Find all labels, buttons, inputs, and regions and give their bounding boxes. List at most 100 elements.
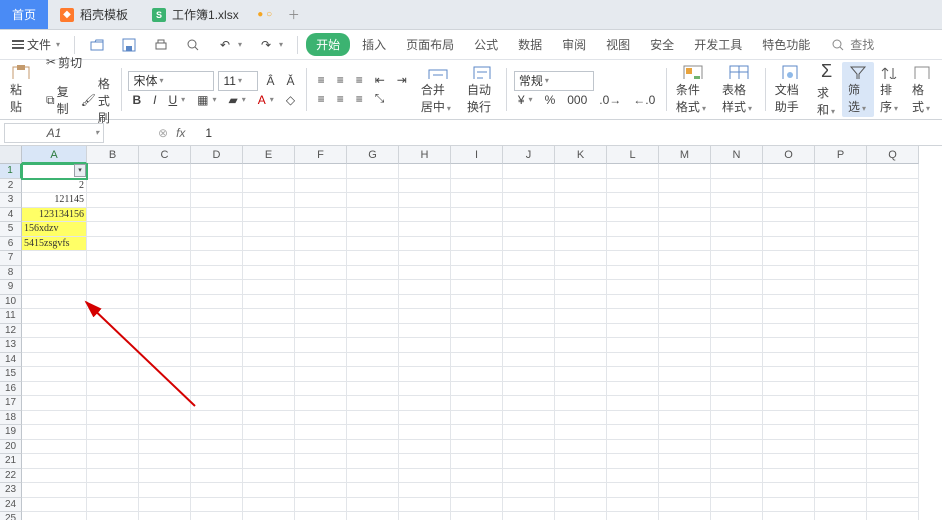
cell-A11[interactable] [22,309,87,324]
cell-O23[interactable] [763,483,815,498]
cell-E4[interactable] [243,208,295,223]
cell-O25[interactable] [763,512,815,520]
ribbon-tab-review[interactable]: 审阅 [554,32,594,57]
border-button[interactable]: ▦▾ [193,91,220,109]
cell-N14[interactable] [711,353,763,368]
cell-I25[interactable] [451,512,503,520]
cell-A22[interactable] [22,469,87,484]
row-header-13[interactable]: 13 [0,338,22,353]
cell-A17[interactable] [22,396,87,411]
cell-D4[interactable] [191,208,243,223]
cell-H12[interactable] [399,324,451,339]
cell-F23[interactable] [295,483,347,498]
cell-D3[interactable] [191,193,243,208]
cell-P3[interactable] [815,193,867,208]
cell-K6[interactable] [555,237,607,252]
cell-K23[interactable] [555,483,607,498]
cell-E15[interactable] [243,367,295,382]
row-header-19[interactable]: 19 [0,425,22,440]
row-header-16[interactable]: 16 [0,382,22,397]
qat-redo[interactable]: ↷▾ [252,34,289,56]
cell-J23[interactable] [503,483,555,498]
cell-H7[interactable] [399,251,451,266]
cell-A20[interactable] [22,440,87,455]
row-header-24[interactable]: 24 [0,498,22,513]
cell-L25[interactable] [607,512,659,520]
cell-E3[interactable] [243,193,295,208]
cell-H11[interactable] [399,309,451,324]
qat-preview[interactable] [179,34,207,56]
cell-A19[interactable] [22,425,87,440]
cell-O20[interactable] [763,440,815,455]
cell-N18[interactable] [711,411,763,426]
ribbon-tab-view[interactable]: 视图 [598,32,638,57]
cell-M12[interactable] [659,324,711,339]
cell-A15[interactable] [22,367,87,382]
cell-Q25[interactable] [867,512,919,520]
fill-color-button[interactable]: ▰▾ [225,91,250,109]
cell-E24[interactable] [243,498,295,513]
cell-P11[interactable] [815,309,867,324]
cell-J3[interactable] [503,193,555,208]
cell-H23[interactable] [399,483,451,498]
cell-C19[interactable] [139,425,191,440]
dec-dec-button[interactable]: ←.0 [629,91,659,109]
cell-L15[interactable] [607,367,659,382]
cell-P18[interactable] [815,411,867,426]
cell-H15[interactable] [399,367,451,382]
comma-button[interactable]: 000 [563,91,591,109]
cell-E19[interactable] [243,425,295,440]
cell-E1[interactable] [243,164,295,179]
filter-button[interactable]: 筛选▾ [842,62,874,117]
cell-D9[interactable] [191,280,243,295]
cell-N15[interactable] [711,367,763,382]
cell-M15[interactable] [659,367,711,382]
cell-J2[interactable] [503,179,555,194]
cell-P20[interactable] [815,440,867,455]
cell-M19[interactable] [659,425,711,440]
cell-G21[interactable] [347,454,399,469]
table-style-button[interactable]: 表格样式▾ [716,62,762,117]
cell-K17[interactable] [555,396,607,411]
cell-L1[interactable] [607,164,659,179]
cell-M17[interactable] [659,396,711,411]
wrap-text-button[interactable]: 自动换行 [461,62,503,117]
cell-B3[interactable] [87,193,139,208]
cell-M13[interactable] [659,338,711,353]
cell-O8[interactable] [763,266,815,281]
cell-Q22[interactable] [867,469,919,484]
tab-workbook[interactable]: S 工作簿1.xlsx [140,0,251,29]
cell-N24[interactable] [711,498,763,513]
cell-A7[interactable] [22,251,87,266]
row-header-3[interactable]: 3 [0,193,22,208]
cell-J13[interactable] [503,338,555,353]
increase-font-button[interactable]: Â [262,72,278,90]
cell-D18[interactable] [191,411,243,426]
cell-K16[interactable] [555,382,607,397]
cell-L14[interactable] [607,353,659,368]
cell-F16[interactable] [295,382,347,397]
cell-E18[interactable] [243,411,295,426]
cell-P6[interactable] [815,237,867,252]
decrease-font-button[interactable]: Ǎ [282,72,298,90]
ribbon-tab-devtools[interactable]: 开发工具 [686,32,750,57]
clear-format-button[interactable]: ◇ [282,91,299,109]
cell-O4[interactable] [763,208,815,223]
ribbon-tab-insert[interactable]: 插入 [354,32,394,57]
cell-M6[interactable] [659,237,711,252]
cell-G10[interactable] [347,295,399,310]
cell-P8[interactable] [815,266,867,281]
cell-N9[interactable] [711,280,763,295]
cell-C8[interactable] [139,266,191,281]
cell-F9[interactable] [295,280,347,295]
cell-G16[interactable] [347,382,399,397]
number-format-select[interactable]: 常规▾ [514,71,594,91]
cell-B12[interactable] [87,324,139,339]
cell-N13[interactable] [711,338,763,353]
cell-J15[interactable] [503,367,555,382]
cell-M16[interactable] [659,382,711,397]
cell-I15[interactable] [451,367,503,382]
align-top-button[interactable]: ≡ [314,71,329,89]
cell-F19[interactable] [295,425,347,440]
column-header-B[interactable]: B [87,146,139,164]
